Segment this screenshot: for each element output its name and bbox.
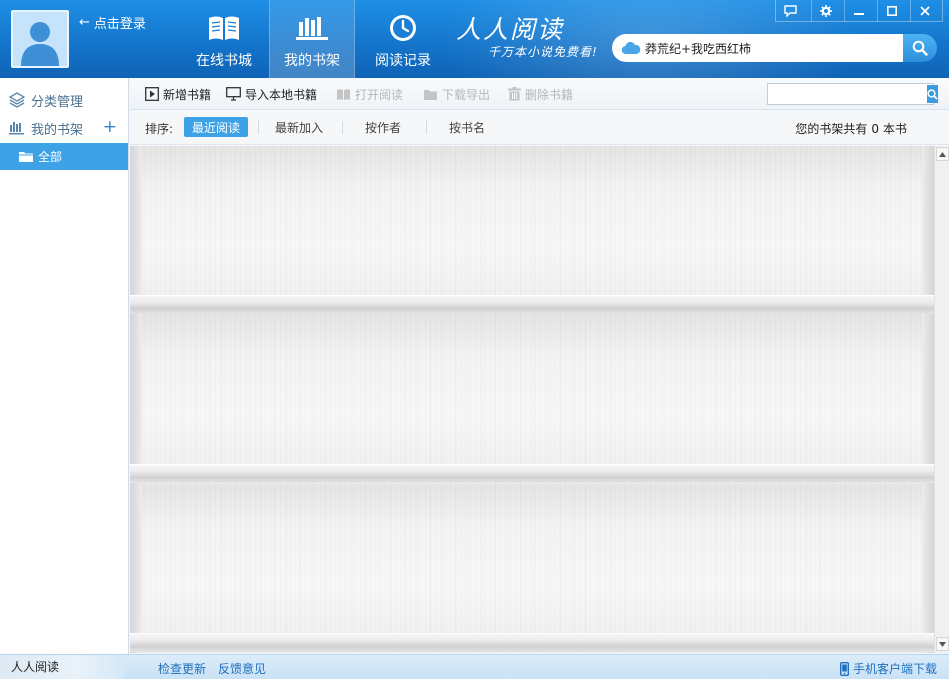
login-link[interactable]: ← 点击登录	[79, 13, 146, 32]
sort-recent-read[interactable]: 最近阅读	[184, 117, 249, 137]
sort-divider	[342, 121, 343, 134]
sort-by-author[interactable]: 按作者	[357, 117, 409, 137]
bookshelf-small-icon	[9, 121, 27, 135]
shelf-search-button[interactable]	[927, 85, 938, 103]
minimize-icon[interactable]	[844, 0, 872, 22]
category-manage[interactable]: 分类管理	[0, 87, 129, 113]
delete-book-label: 删除书籍	[525, 87, 574, 102]
shelf-search-input[interactable]	[768, 85, 927, 103]
category-manage-label: 分类管理	[31, 94, 84, 110]
tab-reading-history[interactable]: 阅读记录	[360, 0, 446, 78]
toolbar: 新增书籍 导入本地书籍 打开阅读 下载导出 删除书籍	[130, 78, 949, 110]
check-update-link[interactable]: 检查更新	[158, 660, 206, 677]
bookshelf-icon	[295, 12, 329, 44]
shelf-row	[130, 146, 934, 314]
user-silhouette-icon	[13, 12, 67, 66]
shelf-search-field[interactable]	[767, 83, 938, 105]
open-read-label: 打开阅读	[355, 87, 404, 102]
window-controls	[775, 0, 943, 22]
search-icon	[912, 40, 928, 56]
sort-by-title[interactable]: 按书名	[441, 117, 493, 137]
my-bookshelf-group[interactable]: 我的书架 +	[0, 115, 129, 141]
brand-slogan: 千万本小说免费看!	[488, 45, 598, 59]
trash-icon	[508, 87, 521, 101]
add-book-button[interactable]: 新增书籍	[145, 85, 211, 103]
tab-online-store[interactable]: 在线书城	[181, 0, 267, 78]
add-book-label: 新增书籍	[163, 87, 212, 102]
brand-logo: 人人阅读 千万本小说免费看!	[456, 10, 597, 59]
tab-my-bookshelf-label: 我的书架	[284, 53, 340, 69]
monitor-icon	[226, 87, 241, 101]
search-button[interactable]	[903, 34, 937, 62]
open-book-icon	[337, 88, 350, 100]
login-label: 点击登录	[93, 17, 146, 32]
sort-bar: 排序: 最近阅读 最新加入 按作者 按书名 您的书架共有 0 本书	[130, 111, 949, 145]
mobile-download-link[interactable]: 手机客户端下载	[839, 660, 937, 677]
count-suffix: 本书	[882, 122, 907, 136]
status-bar: 人人阅读 检查更新 反馈意见 手机客户端下载	[0, 654, 949, 679]
import-local-button[interactable]: 导入本地书籍	[226, 85, 317, 103]
sidebar-item-all-label: 全部	[38, 150, 63, 164]
download-export-label: 下载导出	[442, 87, 491, 102]
cloud-icon	[621, 41, 641, 55]
search-icon	[927, 88, 938, 100]
chat-icon[interactable]	[776, 0, 804, 22]
sort-divider	[258, 121, 259, 134]
shelf-book-count: 您的书架共有 0 本书	[795, 120, 907, 137]
folder-export-icon	[424, 89, 437, 100]
vertical-scrollbar[interactable]	[934, 146, 949, 653]
import-local-label: 导入本地书籍	[245, 87, 318, 102]
layers-icon	[9, 92, 27, 108]
status-app-name: 人人阅读	[0, 655, 124, 679]
book-search-input[interactable]	[645, 41, 895, 55]
arrow-left-icon: ←	[79, 15, 90, 30]
tab-online-store-label: 在线书城	[196, 53, 252, 69]
clock-icon	[388, 12, 418, 44]
feedback-link[interactable]: 反馈意见	[218, 660, 266, 677]
close-icon[interactable]	[910, 0, 938, 22]
tab-my-bookshelf[interactable]: 我的书架	[269, 0, 355, 78]
scroll-up-icon[interactable]	[936, 147, 949, 161]
sort-divider	[426, 121, 427, 134]
count-prefix: 您的书架共有	[795, 122, 868, 136]
bookshelf-view	[130, 146, 934, 653]
phone-icon	[839, 661, 849, 676]
book-search-field[interactable]	[612, 34, 903, 62]
count-value: 0	[871, 122, 879, 136]
delete-book-button[interactable]: 删除书籍	[508, 85, 573, 103]
download-export-button[interactable]: 下载导出	[423, 85, 490, 103]
sidebar: 分类管理 我的书架 + 全部	[0, 78, 129, 654]
user-avatar[interactable]	[11, 10, 69, 68]
scroll-down-icon[interactable]	[936, 637, 949, 651]
sort-label: 排序:	[145, 122, 174, 136]
sort-newest-added[interactable]: 最新加入	[267, 117, 331, 137]
book-open-icon	[207, 12, 241, 44]
settings-icon[interactable]	[811, 0, 839, 22]
shelf-row	[130, 314, 934, 484]
mobile-download-label: 手机客户端下载	[852, 662, 937, 676]
title-bar: ← 点击登录 在线书城 我的书架 阅读记录 人人阅读 千万本小说免费看! 莽荒纪…	[0, 0, 949, 78]
maximize-icon[interactable]	[877, 0, 905, 22]
my-bookshelf-label: 我的书架	[31, 122, 84, 138]
shelf-row	[130, 484, 934, 653]
add-book-icon	[145, 87, 159, 101]
add-category-button[interactable]: +	[103, 118, 117, 136]
brand-title: 人人阅读	[456, 15, 565, 44]
sidebar-item-all[interactable]: 全部	[0, 143, 128, 170]
folder-icon	[18, 150, 34, 163]
tab-reading-history-label: 阅读记录	[375, 53, 431, 69]
open-read-button[interactable]: 打开阅读	[336, 85, 403, 103]
